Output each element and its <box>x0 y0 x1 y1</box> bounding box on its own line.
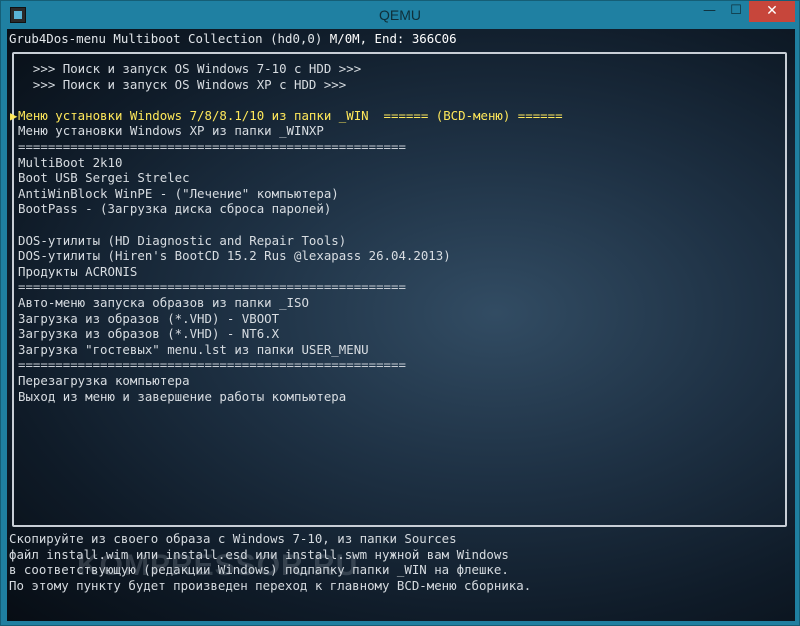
menu-item[interactable]: MultiBoot 2k10 <box>18 155 122 171</box>
menu-item[interactable]: Загрузка из образов (*.VHD) - NT6.X <box>18 326 279 342</box>
header-title: Grub4Dos-menu Multiboot Collection (hd0,… <box>9 31 330 46</box>
selection-arrow-icon: ▶ <box>10 107 18 123</box>
menu-item[interactable]: >>> Поиск и запуск OS Windows XP с HDD >… <box>18 77 346 93</box>
title-bar[interactable]: QEMU — ☐ ✕ <box>1 1 799 29</box>
watermark: KOMPRESSOR.RU <box>77 549 359 582</box>
menu-separator: ========================================… <box>18 279 406 295</box>
maximize-button[interactable]: ☐ <box>723 1 749 22</box>
menu-item[interactable]: Выход из меню и завершение работы компью… <box>18 389 346 405</box>
menu-item[interactable]: DOS-утилиты (Hiren's BootCD 15.2 Rus @le… <box>18 248 451 264</box>
header-memory: M/0M, End: 366C06 <box>329 31 457 46</box>
menu-item[interactable]: Загрузка "гостевых" menu.lst из папки US… <box>18 342 369 358</box>
help-line: Скопируйте из своего образа с Windows 7-… <box>9 531 457 546</box>
menu-separator: ========================================… <box>18 357 406 373</box>
menu-item[interactable]: Перезагрузка компьютера <box>18 373 190 389</box>
close-button[interactable]: ✕ <box>749 1 795 22</box>
menu-item[interactable]: Авто-меню запуска образов из папки _ISO <box>18 295 309 311</box>
menu-item[interactable]: Загрузка из образов (*.VHD) - VBOOT <box>18 311 279 327</box>
menu-item[interactable]: BootPass - (Загрузка диска сброса пароле… <box>18 201 331 217</box>
menu-separator: ========================================… <box>18 139 406 154</box>
menu-item[interactable]: DOS-утилиты (HD Diagnostic and Repair To… <box>18 233 346 249</box>
vm-screen[interactable]: Grub4Dos-menu Multiboot Collection (hd0,… <box>7 29 795 621</box>
menu-item[interactable]: AntiWinBlock WinPE - ("Лечение" компьюте… <box>18 186 339 202</box>
grub-header: Grub4Dos-menu Multiboot Collection (hd0,… <box>9 31 457 46</box>
menu-item[interactable]: Меню установки Windows XP из папки _WINX… <box>18 123 324 139</box>
menu-item[interactable]: Boot USB Sergei Strelec <box>18 170 190 186</box>
menu-item[interactable]: >>> Поиск и запуск OS Windows 7-10 с HDD… <box>18 61 361 77</box>
menu-item[interactable]: Меню установки Windows 7/8/8.1/10 из пап… <box>18 108 563 124</box>
minimize-button[interactable]: — <box>696 1 723 22</box>
qemu-window: QEMU — ☐ ✕ Grub4Dos-menu Multiboot Colle… <box>0 0 800 626</box>
menu-item[interactable]: Продукты ACRONIS <box>18 264 137 280</box>
window-title: QEMU <box>379 7 421 23</box>
